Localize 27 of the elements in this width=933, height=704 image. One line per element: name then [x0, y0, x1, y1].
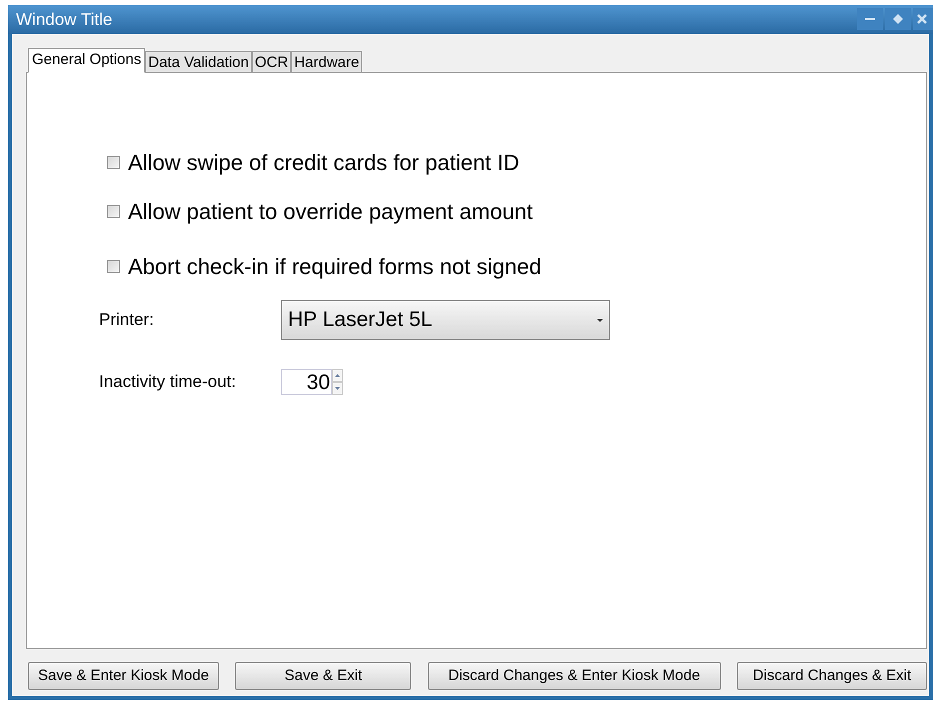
printer-dropdown[interactable]: HP LaserJet 5L	[281, 300, 610, 340]
window-title: Window Title	[16, 8, 112, 31]
checkbox[interactable]	[107, 156, 120, 169]
restore-button[interactable]	[885, 8, 911, 30]
printer-label: Printer:	[99, 309, 155, 332]
action-button[interactable]: Save & Enter Kiosk Mode	[28, 662, 219, 690]
close-button[interactable]	[913, 8, 933, 30]
tab[interactable]: Data Validation	[145, 51, 252, 73]
checkbox-label: Allow swipe of credit cards for patient ID	[128, 149, 520, 177]
tab[interactable]: OCR	[252, 51, 292, 73]
action-button[interactable]: Discard Changes & Exit	[736, 662, 927, 690]
tab[interactable]: Hardware	[291, 51, 362, 73]
action-button[interactable]: Discard Changes & Enter Kiosk Mode	[428, 662, 721, 690]
checkbox[interactable]	[107, 260, 120, 273]
minimize-icon	[865, 17, 875, 21]
caret-icon	[597, 318, 603, 322]
checkbox[interactable]	[107, 205, 120, 218]
number-field[interactable]: 30	[281, 369, 332, 395]
minimize-button[interactable]	[857, 8, 883, 30]
diamond-icon	[893, 14, 903, 24]
timeout-label: Inactivity time-out:	[99, 371, 237, 394]
action-button[interactable]: Save & Exit	[235, 662, 412, 690]
checkbox-label: Abort check-in if required forms not signed	[128, 253, 542, 281]
tab[interactable]: General Options	[28, 48, 146, 73]
spin-buttons[interactable]	[332, 369, 343, 395]
checkbox-label: Allow patient to override payment amount	[128, 198, 533, 226]
close-icon	[917, 14, 927, 24]
